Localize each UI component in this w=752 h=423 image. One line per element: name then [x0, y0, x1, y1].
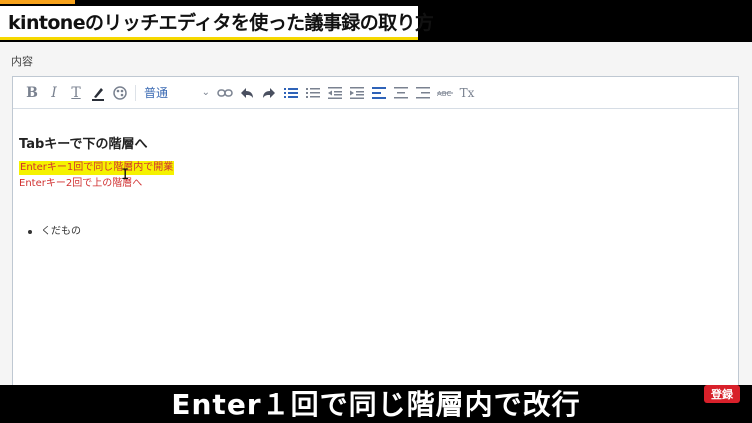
align-right-button[interactable]: [412, 82, 434, 104]
svg-text:ABC: ABC: [437, 90, 451, 98]
strikethrough-button[interactable]: ABC: [434, 82, 456, 104]
subscribe-button[interactable]: 登録: [704, 385, 740, 403]
outdent-icon: [328, 86, 342, 99]
bold-icon: B: [26, 84, 38, 101]
pen-icon: [92, 87, 104, 101]
font-button[interactable]: T: [65, 82, 87, 104]
field-label: 内容: [11, 56, 33, 68]
redo-icon: [263, 87, 275, 98]
rich-text-editor[interactable]: B I T 普通 ⌄ ABC Tx Tabキーで下の階層へ Enterキー1回で…: [12, 76, 739, 396]
italic-icon: I: [51, 84, 57, 101]
font-icon: T: [71, 84, 81, 101]
text-color-button[interactable]: [87, 82, 109, 104]
align-center-icon: [394, 86, 408, 98]
indent-icon: [350, 86, 364, 99]
bullet-list: くだもの: [28, 225, 732, 239]
outdent-button[interactable]: [324, 82, 346, 104]
title-box: kintoneのリッチエディタを使った議事録の取り方: [0, 6, 434, 40]
title-bar: kintoneのリッチエディタを使った議事録の取り方: [0, 0, 752, 42]
bold-button[interactable]: B: [21, 82, 43, 104]
video-title: kintoneのリッチエディタを使った議事録の取り方: [8, 12, 434, 34]
content-heading: Tabキーで下の階層へ: [19, 137, 148, 152]
editor-toolbar: B I T 普通 ⌄ ABC Tx: [13, 77, 738, 109]
undo-button[interactable]: [236, 82, 258, 104]
align-center-button[interactable]: [390, 82, 412, 104]
align-right-icon: [416, 86, 430, 98]
numbered-list-button[interactable]: [302, 82, 324, 104]
paragraph-style-value: 普通: [144, 86, 169, 100]
strikethrough-icon: ABC: [437, 90, 453, 98]
italic-button[interactable]: I: [43, 82, 65, 104]
link-button[interactable]: [214, 82, 236, 104]
palette-icon: [113, 85, 127, 100]
paragraph-style-select[interactable]: 普通 ⌄: [140, 82, 214, 104]
list-item: くだもの: [28, 225, 732, 239]
title-accent: [0, 0, 75, 4]
link-icon: [217, 88, 233, 97]
indent-button[interactable]: [346, 82, 368, 104]
bullet-list-button[interactable]: [280, 82, 302, 104]
remove-format-icon: Tx: [459, 85, 475, 100]
bg-color-button[interactable]: [109, 82, 131, 104]
highlighted-line: Enterキー1回で同じ階層内で開業: [19, 161, 175, 175]
numbered-list-icon: [306, 87, 320, 98]
editor-content[interactable]: Tabキーで下の階層へ Enterキー1回で同じ階層内で開業 Enterキー2回…: [19, 135, 732, 239]
video-caption: Enter１回で同じ階層内で改行: [171, 388, 581, 421]
align-left-button[interactable]: [368, 82, 390, 104]
toolbar-divider: [135, 84, 136, 101]
align-left-icon: [372, 86, 386, 99]
text-cursor-icon: I: [121, 167, 129, 183]
chevron-down-icon: ⌄: [201, 87, 210, 98]
remove-format-button[interactable]: Tx: [456, 82, 478, 104]
bullet-list-icon: [284, 87, 298, 98]
undo-icon: [241, 87, 253, 98]
redo-button[interactable]: [258, 82, 280, 104]
